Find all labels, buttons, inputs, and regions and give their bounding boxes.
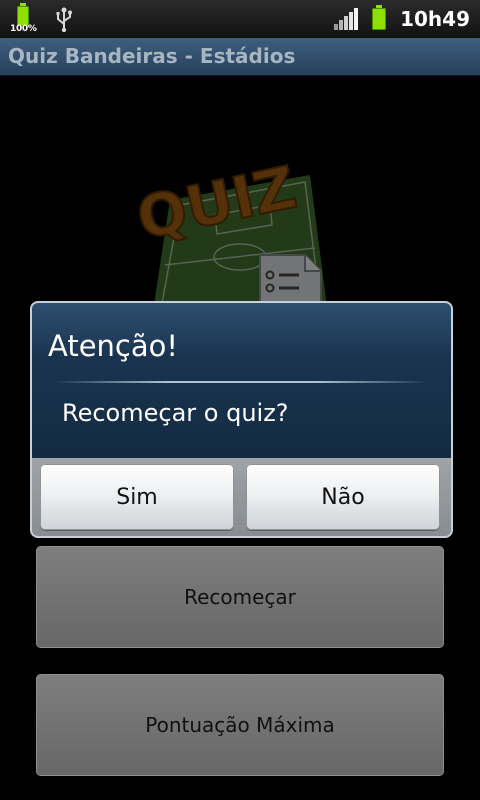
usb-icon [56, 7, 72, 32]
signal-icon [334, 8, 359, 30]
yes-button-label: Sim [116, 484, 158, 510]
battery-small-text: 100% [10, 24, 37, 34]
battery-icon [372, 5, 387, 30]
battery-small-icon [17, 3, 29, 26]
confirm-dialog: Atenção! Recomeçar o quiz? Sim Não [30, 301, 453, 538]
status-bar: 100% 10h49 [0, 0, 480, 38]
title-bar: Quiz Bandeiras - Estádios [0, 38, 480, 76]
dialog-header: Atenção! Recomeçar o quiz? [32, 303, 451, 458]
no-button-label: Não [321, 484, 365, 510]
yes-button[interactable]: Sim [40, 464, 234, 530]
restart-button-label: Recomeçar [184, 585, 296, 609]
dialog-button-bar: Sim Não [32, 458, 451, 536]
dialog-title: Atenção! [48, 329, 179, 363]
screen: 100% 10h49 Quiz Bandeiras - Estádios QUI… [0, 0, 480, 800]
status-right: 10h49 [334, 0, 470, 38]
highscore-button-label: Pontuação Máxima [145, 713, 335, 737]
status-clock: 10h49 [400, 7, 470, 31]
status-left: 100% [10, 3, 74, 34]
battery-level-indicator: 100% [10, 3, 37, 34]
highscore-button[interactable]: Pontuação Máxima [36, 674, 444, 776]
dialog-message: Recomeçar o quiz? [62, 399, 289, 427]
app-title: Quiz Bandeiras - Estádios [8, 44, 296, 68]
no-button[interactable]: Não [246, 464, 440, 530]
restart-button[interactable]: Recomeçar [36, 546, 444, 648]
dialog-divider [54, 381, 429, 383]
